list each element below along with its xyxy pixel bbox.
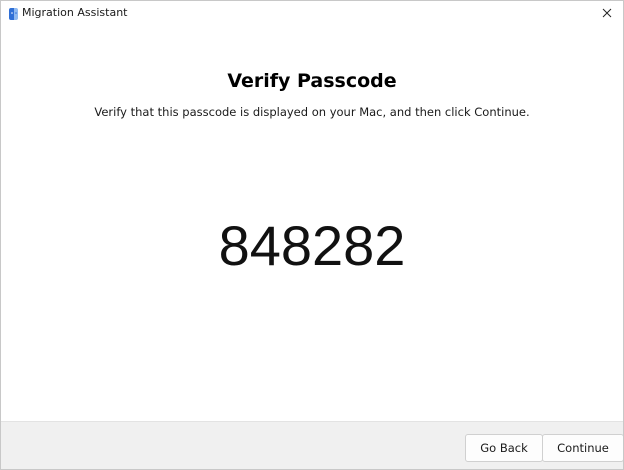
passcode-display: 848282 — [218, 214, 406, 277]
title-bar[interactable]: Migration Assistant — [1, 1, 623, 25]
instruction-text: Verify that this passcode is displayed o… — [94, 105, 530, 119]
migration-assistant-icon — [8, 6, 19, 20]
migration-assistant-window: Migration Assistant Verify Passcode Veri… — [0, 0, 624, 470]
footer-bar: Go Back Continue — [1, 421, 623, 469]
close-button[interactable] — [597, 3, 617, 23]
window-title: Migration Assistant — [22, 6, 128, 19]
go-back-button[interactable]: Go Back — [465, 434, 543, 462]
close-icon — [602, 8, 612, 18]
continue-button[interactable]: Continue — [542, 434, 623, 462]
page-title: Verify Passcode — [227, 70, 397, 92]
